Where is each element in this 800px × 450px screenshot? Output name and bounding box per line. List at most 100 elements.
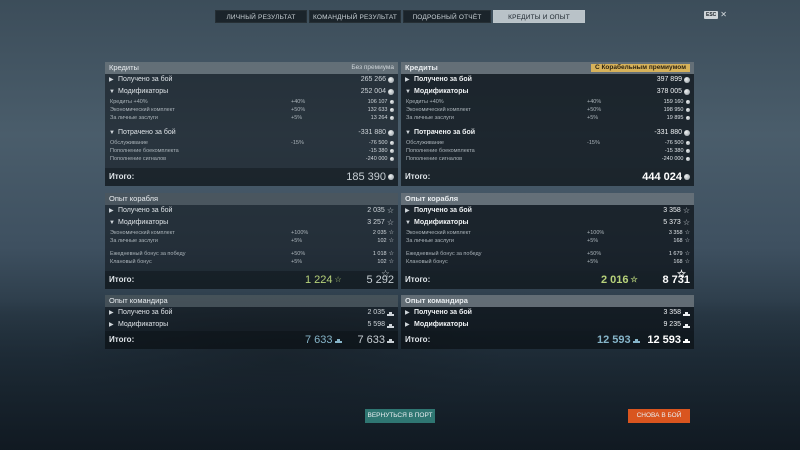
credits-icon: [388, 89, 394, 95]
credits-earned-row[interactable]: ▶ Получено за бой 397 899: [401, 74, 694, 86]
return-to-port-button[interactable]: Вернуться в порт: [365, 409, 435, 423]
commander-xp-block: Опыт командира ▶ Получено за бой 3 358 ▶ М…: [401, 295, 694, 331]
no-premium-badge: Без премиума: [351, 64, 394, 71]
commander-xp-modifiers-row[interactable]: ▶ Модификаторы 9 235: [401, 319, 694, 331]
row-label: Модификаторы: [118, 321, 169, 328]
xp-star-icon: ☆: [684, 230, 690, 236]
modifier-detail-row: Кредиты +40% +40% 159 160: [401, 98, 694, 106]
credits-header: Кредиты С Корабельным премиумом: [401, 62, 694, 74]
row-value: 5 598: [367, 321, 385, 328]
commander-xp-header: Опыт командира: [401, 295, 694, 307]
credits-icon: [685, 140, 690, 146]
ship-xp-title: Опыт корабля: [109, 194, 159, 203]
row-label: Модификаторы: [414, 88, 469, 95]
commander-xp-icon: [387, 323, 394, 328]
collapse-arrow-icon: ▼: [405, 220, 411, 226]
commander-xp-total-row: Итого: 12 593 12 593: [401, 331, 694, 349]
ship-xp-earned-row[interactable]: ▶ Получено за бой 2 035 ☆: [105, 205, 398, 217]
tab-team-result[interactable]: Командный результат: [309, 10, 401, 23]
modifier-detail-row: За личные заслуги +5% 168 ☆: [406, 238, 690, 244]
left-ship-xp-panel: Опыт корабля ▶ Получено за бой 2 035 ☆ ▼ Мо…: [105, 193, 398, 289]
commander-xp-earned-row[interactable]: ▶ Получено за бой 3 358: [401, 307, 694, 319]
row-value: 9 235: [663, 321, 681, 328]
credits-icon: [685, 115, 690, 121]
credits-spent-row[interactable]: ▼ Потрачено за бой -331 880: [105, 127, 398, 139]
close-icon[interactable]: ✕: [720, 11, 727, 19]
commander-xp-earned-row[interactable]: ▶ Получено за бой 2 035: [105, 307, 398, 319]
row-value: -331 880: [654, 129, 682, 136]
credits-icon: [685, 99, 690, 105]
xp-star-icon: ☆: [388, 259, 394, 265]
close-control[interactable]: ESC ✕: [704, 11, 727, 19]
commander-xp-title: Опыт командира: [405, 296, 468, 305]
expand-arrow-icon: ▶: [109, 322, 114, 328]
free-xp-value: 1 224: [305, 274, 333, 286]
credits-earned-row[interactable]: ▶ Получено за бой 265 266: [105, 74, 398, 86]
credits-modifiers-row[interactable]: ▼ Модификаторы 378 005: [401, 86, 694, 98]
esc-key-hint: ESC: [704, 11, 719, 19]
expense-detail-row: Обслуживание -15% -76 500: [105, 139, 398, 147]
credits-icon: [389, 115, 394, 121]
tab-credits-and-xp[interactable]: Кредиты и опыт: [493, 10, 585, 23]
premium-badge: С Корабельным премиумом: [590, 64, 690, 72]
collapse-arrow-icon: ▼: [109, 130, 115, 136]
expense-detail-row: Обслуживание -15% -76 500: [401, 139, 694, 147]
row-label: Потрачено за бой: [118, 129, 176, 136]
elite-commander-xp-value: 7 633: [305, 334, 333, 346]
xp-star-icon: ☆: [684, 251, 690, 257]
collapse-arrow-icon: ▼: [405, 89, 411, 95]
elite-commander-xp-icon: [334, 338, 342, 343]
credits-modifiers-row[interactable]: ▼ Модификаторы 252 004: [105, 86, 398, 98]
ship-xp-earned-row[interactable]: ▶ Получено за бой 3 358 ☆: [401, 205, 694, 217]
row-value: 2 035: [367, 207, 385, 214]
left-panel-no-premium: Кредиты Без премиума ▶ Получено за бой 26…: [105, 62, 398, 186]
row-value: 2 035: [367, 309, 385, 316]
ship-xp-modifiers-row[interactable]: ▼ Модификаторы 5 373 ☆: [401, 217, 694, 229]
ship-xp-total-row: Итого: 2 016 ☆ 8 731 ☆: [401, 270, 694, 289]
credits-icon: [685, 156, 690, 162]
row-label: Получено за бой: [414, 207, 472, 214]
elite-commander-xp-value: 12 593: [597, 334, 631, 346]
credits-total-row: Итого: 185 390: [105, 168, 398, 186]
ship-xp-block: Опыт корабля ▶ Получено за бой 2 035 ☆ ▼ Мо…: [105, 193, 398, 271]
commander-xp-icon: [683, 338, 690, 343]
credits-title: Кредиты: [405, 63, 438, 72]
credits-total-row: Итого: 444 024: [401, 168, 694, 186]
total-value: 7 633: [357, 334, 385, 346]
row-label: Получено за бой: [118, 76, 173, 83]
ship-xp-title: Опыт корабля: [405, 194, 459, 203]
total-label: Итого:: [109, 335, 135, 344]
commander-xp-modifiers-row[interactable]: ▶ Модификаторы 5 598: [105, 319, 398, 331]
expense-detail-row: Пополнение боекомплекта -15 380: [401, 147, 694, 155]
row-label: Модификаторы: [414, 219, 469, 226]
credits-spent-row[interactable]: ▼ Потрачено за бой -331 880: [401, 127, 694, 139]
commander-xp-title: Опыт командира: [109, 296, 168, 305]
xp-star-icon: ☆: [388, 238, 394, 244]
commander-xp-icon: [387, 338, 394, 343]
battle-again-button[interactable]: Снова в бой: [628, 409, 690, 423]
credits-block: Кредиты Без премиума ▶ Получено за бой 26…: [105, 62, 398, 168]
collapse-arrow-icon: ▼: [109, 89, 115, 95]
free-xp-star-icon: ☆: [334, 275, 342, 284]
credits-icon: [684, 77, 690, 83]
expense-detail-row: Пополнение сигналов -240 000: [105, 155, 398, 163]
expense-detail-row: Пополнение сигналов -240 000: [401, 155, 694, 163]
credits-icon: [388, 174, 394, 180]
left-commander-xp-panel: Опыт командира ▶ Получено за бой 2 035 ▶ М…: [105, 295, 398, 349]
row-value: -331 880: [358, 129, 386, 136]
ship-xp-modifiers-row[interactable]: ▼ Модификаторы 3 257 ☆: [105, 217, 398, 229]
expand-arrow-icon: ▶: [109, 310, 114, 316]
row-value: 3 358: [663, 309, 681, 316]
tab-detailed-report[interactable]: Подробный отчёт: [403, 10, 491, 23]
total-label: Итого:: [109, 275, 135, 284]
expand-arrow-icon: ▶: [109, 77, 114, 83]
row-label: Получено за бой: [118, 309, 173, 316]
modifier-detail-row: За личные заслуги +5% 19 895: [401, 114, 694, 122]
xp-star-icon: ☆: [381, 269, 390, 280]
ship-xp-block: Опыт корабля ▶ Получено за бой 3 358 ☆ ▼ Мо…: [401, 193, 694, 271]
row-label: Модификаторы: [118, 219, 169, 226]
credits-icon: [684, 89, 690, 95]
total-value: 12 593: [647, 334, 681, 346]
ship-xp-header: Опыт корабля: [401, 193, 694, 205]
tab-personal-result[interactable]: Личный результат: [215, 10, 307, 23]
